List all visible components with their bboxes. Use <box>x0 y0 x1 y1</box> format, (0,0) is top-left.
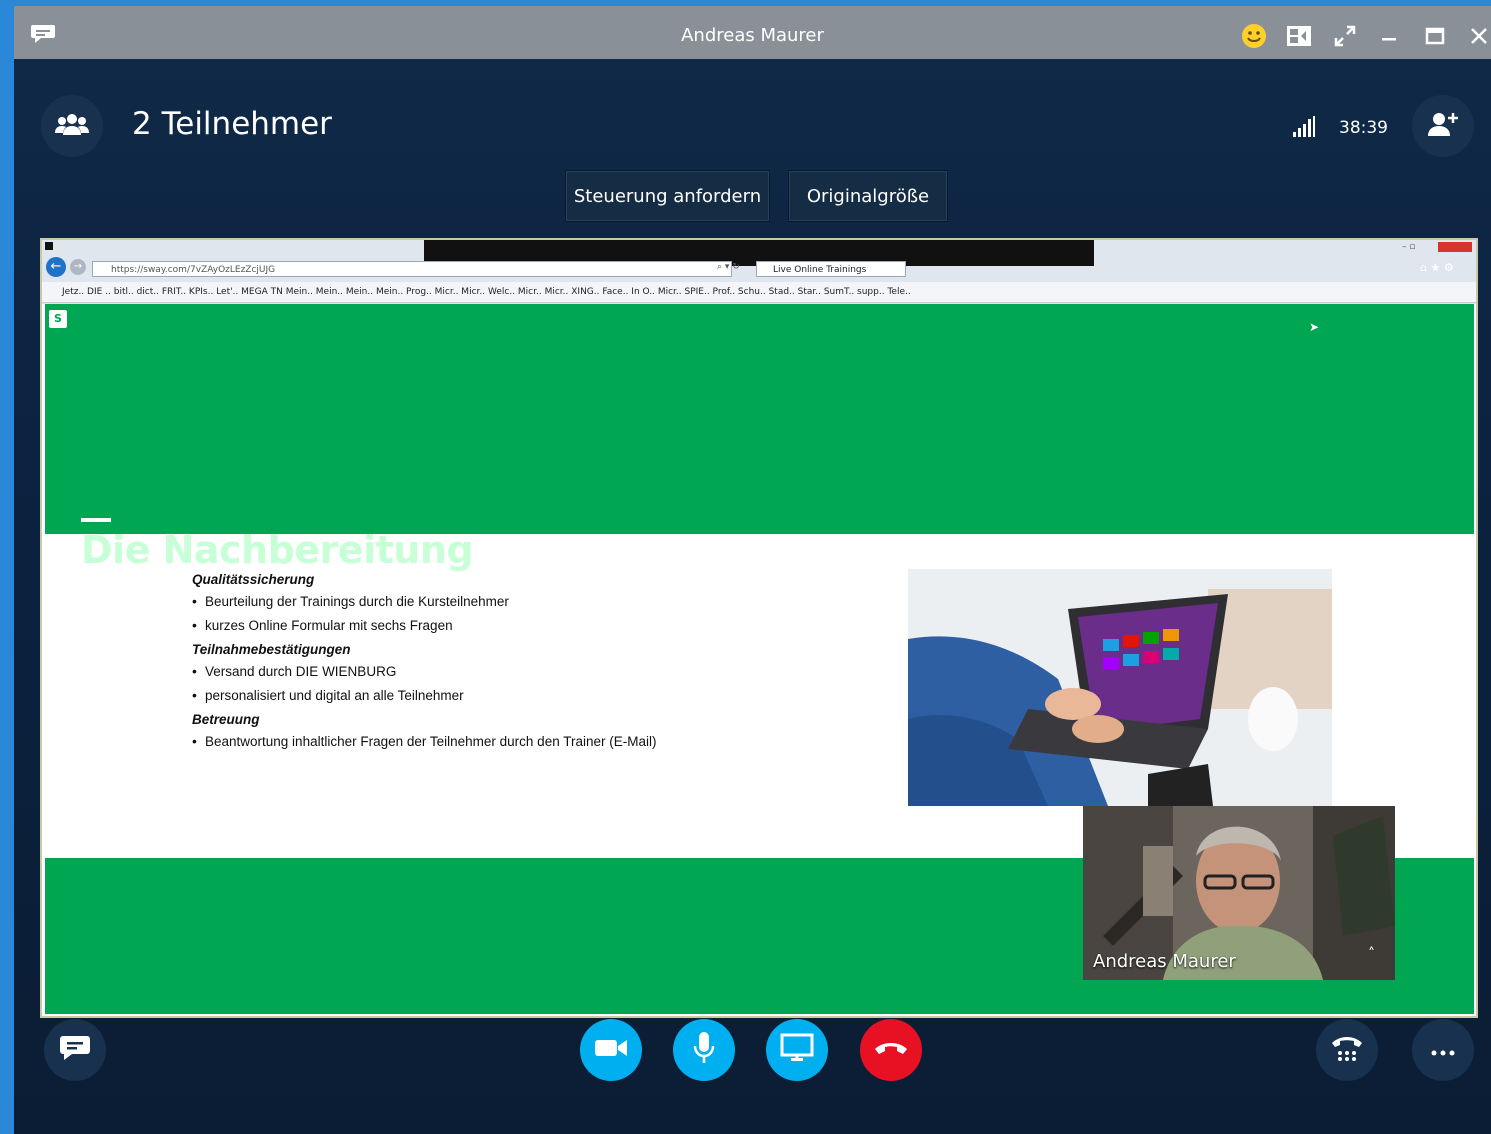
mouse-cursor-icon: ➤ <box>1309 320 1320 334</box>
original-size-button[interactable]: Originalgröße <box>788 170 948 222</box>
add-person-icon <box>1426 111 1460 141</box>
browser-close-icon[interactable] <box>1438 242 1472 252</box>
slide-content: Qualitätssicherung Beurteilung der Train… <box>192 572 656 758</box>
title-dash <box>81 518 111 522</box>
back-arrow-icon[interactable]: ← <box>46 257 66 277</box>
section-heading: Qualitätssicherung <box>192 572 315 587</box>
webcam-preview[interactable]: Andreas Maurer ˄ <box>1083 806 1395 980</box>
browser-window-controls[interactable]: – ▫ <box>1402 242 1432 252</box>
minimize-icon[interactable] <box>1374 21 1404 51</box>
more-icon <box>1431 1041 1455 1060</box>
forward-arrow-icon[interactable]: → <box>70 259 86 275</box>
fullscreen-icon[interactable] <box>1330 21 1360 51</box>
close-icon[interactable] <box>1464 21 1491 51</box>
browser-chrome: – ▫ ← → https://sway.com/7vZAyOzLEzZcjUJ… <box>42 240 1476 304</box>
title-bar: Andreas Maurer <box>14 6 1491 59</box>
shared-screen[interactable]: – ▫ ← → https://sway.com/7vZAyOzLEzZcjUJ… <box>40 238 1478 1018</box>
screen-share-icon <box>780 1033 814 1067</box>
request-control-button[interactable]: Steuerung anfordern <box>565 170 770 222</box>
more-options-button[interactable] <box>1412 1019 1474 1081</box>
chat-icon[interactable] <box>28 19 58 49</box>
emoji-icon[interactable] <box>1239 21 1269 51</box>
section-heading: Teilnahmebestätigungen <box>192 642 351 657</box>
bullet-item: Beantwortung inhaltlicher Fragen der Tei… <box>192 733 656 758</box>
home-star-gear-icon[interactable]: ⌂ ★ ⚙ <box>1420 261 1454 274</box>
search-refresh-icon[interactable]: ⌕ ▾ ↻ <box>717 262 740 272</box>
microphone-button[interactable] <box>673 1019 735 1081</box>
participants-button[interactable] <box>41 95 103 157</box>
favorites-bar[interactable]: Jetz.. DIE .. bitl.. dict.. FRIT.. KPIs.… <box>42 282 1476 303</box>
signal-icon <box>1292 116 1316 142</box>
address-bar[interactable]: https://sway.com/7vZAyOzLEzZcjUJG <box>92 261 732 277</box>
bullet-item: kurzes Online Formular mit sechs Fragen <box>192 617 656 642</box>
laptop-photo <box>908 569 1332 806</box>
section-heading: Betreuung <box>192 712 260 727</box>
window-corner <box>45 242 53 250</box>
chat-button[interactable] <box>44 1019 106 1081</box>
video-button[interactable] <box>580 1019 642 1081</box>
webcam-name-label: Andreas Maurer <box>1093 951 1236 972</box>
hangup-icon <box>873 1039 909 1061</box>
maximize-icon[interactable] <box>1420 21 1450 51</box>
slide-title: Die Nachbereitung <box>81 528 474 572</box>
people-icon <box>54 111 90 141</box>
add-participant-button[interactable] <box>1412 95 1474 157</box>
bullet-item: Beurteilung der Trainings durch die Kurs… <box>192 593 656 618</box>
browser-tab[interactable]: Live Online Trainings <box>756 261 906 277</box>
mic-icon <box>692 1031 716 1069</box>
call-timer: 38:39 <box>1339 118 1388 138</box>
bullet-item: personalisiert und digital an alle Teiln… <box>192 687 656 712</box>
skype-call-window: Andreas Maurer 2 Teilnehmer 38:39 Steuer… <box>14 6 1491 1134</box>
hangup-button[interactable] <box>860 1019 922 1081</box>
video-icon <box>594 1037 628 1063</box>
chat-icon <box>59 1034 91 1066</box>
slide-header: S ➤ Die Nachbereitung <box>45 304 1474 572</box>
dialpad-icon <box>1330 1034 1364 1066</box>
bullet-item: Versand durch DIE WIENBURG <box>192 663 656 688</box>
chevron-up-icon[interactable]: ˄ <box>1368 946 1375 962</box>
screen-share-button[interactable] <box>766 1019 828 1081</box>
layout-icon[interactable] <box>1284 21 1314 51</box>
participants-count: 2 Teilnehmer <box>132 106 332 142</box>
dialpad-button[interactable] <box>1316 1019 1378 1081</box>
sway-icon: S <box>49 310 67 328</box>
window-title: Andreas Maurer <box>681 25 824 46</box>
